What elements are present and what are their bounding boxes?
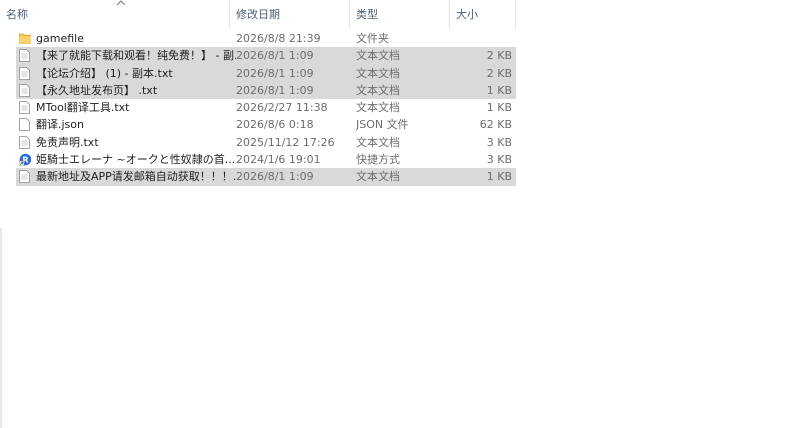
file-row[interactable]: MTool翻译工具.txt 2026/2/27 11:38 文本文档 1 KB <box>16 99 516 116</box>
file-date: 2024/1/6 19:01 <box>236 153 321 167</box>
text-file-icon <box>19 135 31 149</box>
file-type: 文本文档 <box>356 170 400 184</box>
file-name: 翻译.json <box>36 118 84 132</box>
text-file-icon <box>19 49 31 63</box>
file-type: 快捷方式 <box>356 153 400 167</box>
file-type: 文本文档 <box>356 135 400 149</box>
file-list: gamefile 2026/8/8 21:39 文件夹 【来了就能下载和观看！纯… <box>16 30 516 186</box>
file-type: JSON 文件 <box>356 118 409 132</box>
sort-ascending-icon <box>116 0 126 8</box>
left-window-edge <box>0 228 2 428</box>
file-name: 姫騎士エレーナ ~オークと性奴隷の首... <box>36 153 236 167</box>
text-file-icon <box>19 170 31 184</box>
file-name: 【永久地址发布页】 .txt <box>36 83 158 97</box>
file-date: 2026/8/1 1:09 <box>236 170 314 184</box>
file-row[interactable]: 翻译.json 2026/8/6 0:18 JSON 文件 62 KB <box>16 116 516 133</box>
file-size: 2 KB <box>486 66 512 80</box>
file-size: 3 KB <box>486 153 512 167</box>
file-type: 文本文档 <box>356 66 400 80</box>
file-size: 62 KB <box>479 118 512 132</box>
file-type: 文本文档 <box>356 49 400 63</box>
column-header-size[interactable]: 大小 <box>450 0 516 28</box>
file-name: 免责声明.txt <box>36 135 99 149</box>
file-date: 2026/8/8 21:39 <box>236 32 321 45</box>
file-row[interactable]: 【来了就能下载和观看！纯免费！】 - 副... 2026/8/1 1:09 文本… <box>16 47 516 65</box>
file-row[interactable]: 免责声明.txt 2025/11/12 17:26 文本文档 3 KB <box>16 134 516 151</box>
file-size: 1 KB <box>486 170 512 184</box>
column-header-size-label: 大小 <box>456 8 478 21</box>
shortcut-icon: R <box>19 153 31 167</box>
json-file-icon <box>19 118 31 132</box>
text-file-icon <box>19 101 31 115</box>
column-header-name-label: 名称 <box>6 8 28 21</box>
file-row[interactable]: 最新地址及APP请发邮箱自动获取！！！... 2026/8/1 1:09 文本文… <box>16 168 516 186</box>
text-file-icon <box>19 83 31 97</box>
file-name: 【论坛介绍】 (1) - 副本.txt <box>36 66 173 80</box>
file-name: 【来了就能下载和观看！纯免费！】 - 副... <box>36 49 236 63</box>
file-date: 2026/8/1 1:09 <box>236 66 314 80</box>
file-type: 文本文档 <box>356 83 400 97</box>
file-row[interactable]: 【论坛介绍】 (1) - 副本.txt 2026/8/1 1:09 文本文档 2… <box>16 64 516 82</box>
file-row[interactable]: 【永久地址发布页】 .txt 2026/8/1 1:09 文本文档 1 KB <box>16 81 516 100</box>
file-date: 2026/8/1 1:09 <box>236 49 314 63</box>
file-row[interactable]: R 姫騎士エレーナ ~オークと性奴隷の首... 2024/1/6 19:01 快… <box>16 151 516 168</box>
file-type: 文本文档 <box>356 101 400 115</box>
column-header-type[interactable]: 类型 <box>350 0 450 28</box>
column-header-date-label: 修改日期 <box>236 8 280 21</box>
file-date: 2026/8/1 1:09 <box>236 83 314 97</box>
column-header-date[interactable]: 修改日期 <box>230 0 350 28</box>
file-type: 文件夹 <box>356 32 389 45</box>
column-header-bar: 名称 修改日期 类型 大小 <box>0 0 516 28</box>
file-size: 2 KB <box>486 49 512 63</box>
file-name: gamefile <box>36 32 84 45</box>
file-name: 最新地址及APP请发邮箱自动获取！！！... <box>36 170 236 184</box>
file-date: 2025/11/12 17:26 <box>236 135 335 149</box>
file-size: 1 KB <box>486 83 512 97</box>
file-size: 1 KB <box>486 101 512 115</box>
file-date: 2026/2/27 11:38 <box>236 101 328 115</box>
folder-icon <box>19 32 31 45</box>
file-date: 2026/8/6 0:18 <box>236 118 314 132</box>
file-name: MTool翻译工具.txt <box>36 101 130 115</box>
text-file-icon <box>19 66 31 80</box>
column-header-name[interactable]: 名称 <box>0 0 230 28</box>
file-size: 3 KB <box>486 135 512 149</box>
column-header-type-label: 类型 <box>356 8 378 21</box>
file-row[interactable]: gamefile 2026/8/8 21:39 文件夹 <box>16 30 516 47</box>
